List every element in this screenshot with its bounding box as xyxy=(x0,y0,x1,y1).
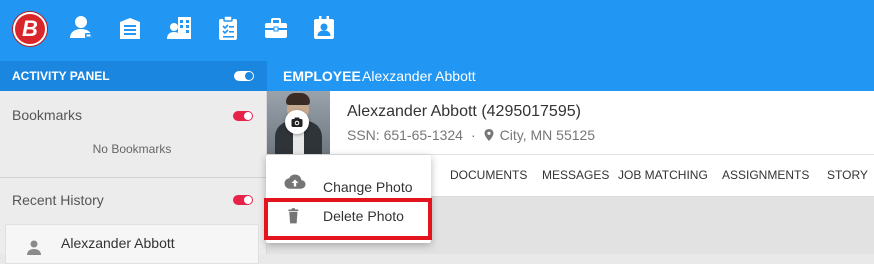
building-icon[interactable] xyxy=(116,14,144,42)
delete-photo-label: Delete Photo xyxy=(323,208,404,224)
bookmarks-toggle[interactable] xyxy=(233,111,253,121)
change-photo-menu-item[interactable]: Change Photo xyxy=(266,161,431,201)
bookmarks-empty-text: No Bookmarks xyxy=(92,142,172,156)
meta-separator: · xyxy=(470,127,476,143)
tab-job-matching[interactable]: JOB MATCHING xyxy=(618,168,708,182)
employee-location: City, MN 55125 xyxy=(499,127,596,143)
tab-messages[interactable]: MESSAGES xyxy=(542,168,609,182)
employee-icon[interactable] xyxy=(68,14,96,42)
history-item[interactable]: Alexzander Abbott xyxy=(5,224,259,264)
cloud-upload-icon xyxy=(284,174,306,189)
tab-story[interactable]: STORY xyxy=(827,168,868,182)
change-photo-label: Change Photo xyxy=(323,179,413,195)
activity-panel: Bookmarks No Bookmarks Recent History Al… xyxy=(0,91,267,264)
employee-name: Alexzander Abbott (4295017595) xyxy=(347,103,581,120)
bookmarks-title: Bookmarks xyxy=(12,107,83,123)
recent-history-toggle[interactable] xyxy=(233,195,253,205)
photo-menu: Change Photo Delete Photo xyxy=(266,155,431,243)
app-logo[interactable]: B xyxy=(13,12,47,46)
employee-meta: SSN: 651-65-1324 · City, MN 55125 xyxy=(347,127,595,143)
divider xyxy=(0,177,267,178)
camera-icon[interactable] xyxy=(285,110,309,134)
delete-photo-menu-item[interactable]: Delete Photo xyxy=(266,201,431,241)
trash-icon xyxy=(288,208,299,224)
person-icon xyxy=(27,240,41,255)
tab-assignments[interactable]: ASSIGNMENTS xyxy=(722,168,809,182)
activity-panel-header: ACTIVITY PANEL xyxy=(0,61,267,91)
employee-header-name: Alexzander Abbott xyxy=(362,68,476,84)
employee-header-label: EMPLOYEE xyxy=(283,68,361,84)
employee-header: EMPLOYEE Alexzander Abbott xyxy=(267,61,874,91)
employee-summary: Alexzander Abbott (4295017595) SSN: 651-… xyxy=(267,91,874,154)
contact-card-icon[interactable] xyxy=(310,14,338,42)
recent-history-title: Recent History xyxy=(12,192,104,208)
history-item-name: Alexzander Abbott xyxy=(61,235,175,251)
briefcase-icon[interactable] xyxy=(262,14,290,42)
location-pin-icon xyxy=(484,129,494,141)
employee-photo[interactable] xyxy=(267,91,330,154)
clipboard-check-icon[interactable] xyxy=(214,14,242,42)
office-buildings-icon[interactable] xyxy=(166,14,194,42)
tab-documents[interactable]: DOCUMENTS xyxy=(450,168,527,182)
employee-ssn: SSN: 651-65-1324 xyxy=(347,127,463,143)
activity-panel-title: ACTIVITY PANEL xyxy=(12,69,110,83)
activity-panel-toggle[interactable] xyxy=(234,71,254,81)
top-toolbar: B xyxy=(0,0,874,61)
